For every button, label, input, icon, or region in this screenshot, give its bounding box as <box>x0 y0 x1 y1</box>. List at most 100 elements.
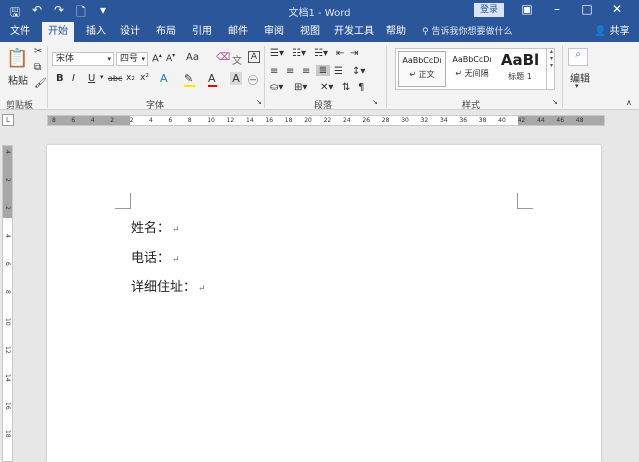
ruler-tick-label: 38 <box>478 117 487 124</box>
style-normal[interactable]: AaBbCcDı ↵ 正文 <box>398 51 446 87</box>
collapse-ribbon-icon[interactable]: ∧ <box>626 98 632 107</box>
font-group-label: 字体 <box>146 101 165 111</box>
tab-developer[interactable]: 开发工具 <box>328 22 380 42</box>
ruler-tick-label: 36 <box>459 117 468 124</box>
tab-selector[interactable]: L <box>2 114 14 126</box>
tab-review[interactable]: 审阅 <box>258 22 290 42</box>
find-icon[interactable]: ⌕ <box>568 48 588 66</box>
tab-file[interactable]: 文件 <box>4 22 36 42</box>
document-page[interactable]: 姓名： ↵ 电话： ↵ 详细住址： ↵ <box>47 145 601 462</box>
increase-indent-icon[interactable]: ⇥ <box>350 48 358 59</box>
strikethrough-button[interactable]: abc <box>108 74 122 83</box>
decrease-indent-icon[interactable]: ⇤ <box>336 48 344 59</box>
ruler-tick-label: 4 <box>90 117 95 124</box>
line-spacing-icon[interactable]: ↕▾ <box>352 66 365 77</box>
vertical-scrollbar[interactable] <box>628 145 639 462</box>
style-no-spacing[interactable]: AaBbCcDı ↵ 无间隔 <box>448 51 496 87</box>
chevron-down-icon[interactable]: ▾ <box>100 73 104 81</box>
styles-gallery: AaBbCcDı ↵ 正文 AaBbCcDı ↵ 无间隔 AaBl 标题 1 <box>395 48 555 90</box>
align-right-icon[interactable]: ≡ <box>302 66 310 77</box>
horizontal-ruler[interactable]: 8 6 4 2 2 4 6 8 10 12 14 16 18 20 22 24 26 28 30 32 34 36 38 40… <box>47 115 605 126</box>
bold-button[interactable]: B <box>56 73 64 84</box>
highlight-color-icon[interactable]: ✎ <box>184 72 195 87</box>
tell-me-search[interactable]: ⚲ 告诉我你想要做什么 <box>422 22 512 42</box>
align-center-icon[interactable]: ≡ <box>286 66 294 77</box>
tab-references[interactable]: 引用 <box>186 22 218 42</box>
undo-icon[interactable]: ↶ <box>30 3 44 24</box>
phonetic-guide-icon[interactable]: 文 <box>232 52 242 67</box>
ribbon-display-options-icon[interactable]: ▣ <box>516 2 538 16</box>
copy-icon[interactable]: ⧉ <box>34 62 41 73</box>
ribbon-tabs: 文件 开始 插入 设计 布局 引用 邮件 审阅 视图 开发工具 帮助 ⚲ 告诉我… <box>0 22 639 42</box>
minimize-icon[interactable]: – <box>546 2 568 16</box>
document-line[interactable]: 姓名： ↵ <box>131 217 180 236</box>
ruler-tick-label: 30 <box>401 117 409 124</box>
tab-view[interactable]: 视图 <box>294 22 326 42</box>
ruler-tick-label: 2 <box>4 206 11 210</box>
enclosed-characters-icon[interactable]: ㊀ <box>248 72 258 87</box>
ruler-tick-label: 18 <box>4 430 11 438</box>
superscript-button[interactable]: x² <box>140 73 149 83</box>
editing-button[interactable]: 编辑 <box>570 70 590 85</box>
font-dialog-launcher-icon[interactable]: ↘ <box>256 98 262 106</box>
font-name-combo[interactable]: 宋体 ▾ <box>52 52 114 66</box>
document-line[interactable]: 电话： ↵ <box>131 247 180 266</box>
vertical-ruler[interactable]: 4 2 2 4 6 8 10 12 14 16 18 <box>2 145 13 462</box>
save-icon[interactable]: 🖫 <box>8 3 22 24</box>
customize-qat-icon[interactable]: ▾ <box>96 3 110 24</box>
tab-home[interactable]: 开始 <box>42 22 74 42</box>
font-size-combo[interactable]: 四号 ▾ <box>116 52 148 66</box>
paste-icon[interactable]: 📋 <box>6 48 28 69</box>
tab-layout[interactable]: 布局 <box>150 22 182 42</box>
multilevel-list-icon[interactable]: ☵▾ <box>314 48 328 59</box>
login-button[interactable]: 登录 <box>474 3 504 17</box>
align-left-icon[interactable]: ≡ <box>270 66 278 77</box>
text-effects-icon[interactable]: A <box>160 72 168 85</box>
styles-dialog-launcher-icon[interactable]: ↘ <box>552 98 558 106</box>
change-case-button[interactable]: Aa <box>186 52 199 63</box>
tab-help[interactable]: 帮助 <box>380 22 412 42</box>
tab-mailings[interactable]: 邮件 <box>222 22 254 42</box>
ruler-tick-label: 12 <box>4 346 11 354</box>
format-painter-icon[interactable]: 🖌 <box>34 78 47 89</box>
paragraph-dialog-launcher-icon[interactable]: ↘ <box>372 98 378 106</box>
close-icon[interactable]: ✕ <box>606 2 628 16</box>
show-formatting-marks-icon[interactable]: ¶ <box>358 82 364 93</box>
styles-gallery-scroll[interactable]: ▴ ▾ ▾ <box>546 48 556 90</box>
ruler-tick-label: 12 <box>226 117 235 124</box>
subscript-button[interactable]: x₂ <box>126 73 135 83</box>
sort-icon[interactable]: ⇅ <box>342 82 350 93</box>
justify-icon[interactable]: ≣ <box>316 65 330 76</box>
paste-button[interactable]: 粘贴 <box>8 72 28 87</box>
grow-font-button[interactable]: A▴ <box>152 52 162 64</box>
document-line[interactable]: 详细住址： ↵ <box>131 276 206 295</box>
new-doc-icon[interactable]: 🗋 <box>74 3 88 24</box>
underline-button[interactable]: U <box>88 73 95 84</box>
clear-formatting-icon[interactable]: ⌫ <box>216 52 230 63</box>
crop-mark-top-right <box>517 193 533 209</box>
font-color-icon[interactable]: A <box>208 72 217 87</box>
italic-button[interactable]: I <box>72 73 75 84</box>
maximize-icon[interactable]: □ <box>576 2 598 16</box>
ruler-tick-label: 8 <box>52 117 56 124</box>
tab-design[interactable]: 设计 <box>114 22 146 42</box>
numbering-icon[interactable]: ☷▾ <box>292 48 306 59</box>
borders-icon[interactable]: ⊞▾ <box>294 82 307 93</box>
ruler-tick-label: 8 <box>187 117 192 124</box>
bullets-icon[interactable]: ☰▾ <box>270 48 284 59</box>
ruler-tick-label: 26 <box>362 117 371 124</box>
distributed-icon[interactable]: ☰ <box>334 66 343 77</box>
chevron-down-icon[interactable]: ▾ <box>575 82 579 90</box>
character-border-icon[interactable]: A <box>248 51 260 63</box>
share-button[interactable]: 👤 共享 <box>594 22 630 42</box>
tab-insert[interactable]: 插入 <box>80 22 112 42</box>
style-heading-1[interactable]: AaBl 标题 1 <box>498 51 542 87</box>
character-shading-icon[interactable]: A <box>230 72 242 85</box>
cut-icon[interactable]: ✂ <box>34 46 42 57</box>
chinese-layout-icon[interactable]: ✕▾ <box>320 82 333 93</box>
shading-icon[interactable]: ⛀▾ <box>270 82 283 93</box>
redo-icon[interactable]: ↷ <box>52 3 66 24</box>
group-divider <box>47 46 48 108</box>
shrink-font-button[interactable]: A▾ <box>166 52 175 64</box>
group-divider <box>562 46 563 108</box>
